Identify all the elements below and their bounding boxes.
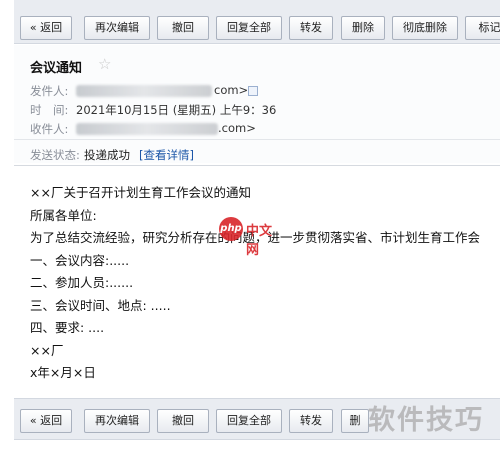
mail-read-window: « 返回 再次编辑 撤回 回复全部 转发 删除 彻底删除 标记为 会议通知 ☆ … [14,0,500,459]
view-details-link[interactable]: [查看详情] [139,147,194,163]
forward-button[interactable]: 转发 [289,16,333,40]
mail-body: ××厂关于召开计划生育工作会议的通知 所属各单位: 为了总结交流经验，研究分析存… [30,182,500,385]
php-watermark-logo: php 中文网 [219,217,279,258]
delivery-status-value: 投递成功 [84,148,130,162]
delete-button[interactable]: 删除 [341,16,385,40]
bottom-forward-button[interactable]: 转发 [289,409,333,433]
delivery-status-label: 发送状态: [30,148,80,162]
body-line-sender: ××厂 [30,342,64,358]
mail-header: 会议通知 ☆ 发件人: com> 时 间: 2021年10月15日 (星期五) … [14,45,500,163]
contact-card-icon[interactable] [248,86,258,96]
body-line-requirements: 四、要求: .... [30,320,105,335]
bottom-re-edit-button[interactable]: 再次编辑 [84,409,150,433]
time-label: 时 间: [30,103,69,117]
header-separator [14,139,500,140]
mark-as-button[interactable]: 标记为 [465,16,500,40]
bottom-blank-area [14,440,500,459]
time-value: 2021年10月15日 (星期五) 上午9：36 [76,103,277,117]
body-line-time-place: 三、会议时间、地点: ..... [30,297,171,313]
bottom-back-button[interactable]: « 返回 [20,409,72,433]
body-line-title: ××厂关于召开计划生育工作会议的通知 [30,185,251,200]
php-logo-icon: php [219,217,243,241]
body-line-participants: 二、参加人员:...... [30,275,134,290]
recall-button[interactable]: 撤回 [157,16,209,40]
bottom-recall-button[interactable]: 撤回 [157,409,209,433]
bottom-reply-all-button[interactable]: 回复全部 [216,409,282,433]
to-label: 收件人: [30,122,69,136]
header-body-divider [14,165,500,166]
re-edit-button[interactable]: 再次编辑 [84,16,150,40]
php-watermark-text: 中文网 [246,224,273,258]
back-button[interactable]: « 返回 [20,16,72,40]
body-line-date: x年×月×日 [30,365,96,380]
redacted-sender-address [76,85,212,97]
from-label: 发件人: [30,84,69,98]
top-toolbar: « 返回 再次编辑 撤回 回复全部 转发 删除 彻底删除 标记为 [14,0,500,44]
from-suffix: com> [214,83,249,97]
redacted-recipient-address [76,123,218,135]
software-tips-watermark: 软件技巧 [368,405,484,436]
mail-subject: 会议通知 [30,61,83,76]
bottom-delete-button[interactable]: 删 [341,409,369,433]
star-icon[interactable]: ☆ [98,55,111,73]
reply-all-button[interactable]: 回复全部 [216,16,282,40]
to-suffix: .com> [218,121,256,135]
delete-permanently-button[interactable]: 彻底删除 [392,16,458,40]
